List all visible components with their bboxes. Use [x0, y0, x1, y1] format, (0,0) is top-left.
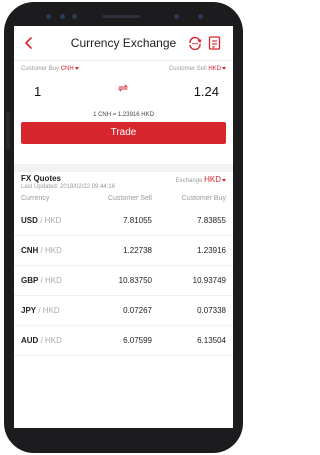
app-screen: Currency Exchange Customer Buy CNH 1 ⇌ C… [14, 26, 233, 428]
refresh-chat-icon[interactable] [188, 36, 202, 50]
exchange-currency-selector[interactable]: Exchange HKD [176, 175, 226, 184]
base-currency: AUD [21, 336, 39, 345]
base-currency: CNH [21, 246, 39, 255]
quote-currency: HKD [44, 216, 62, 225]
sell-rate: 10.83750 [118, 276, 152, 285]
buy-rate: 7.83855 [197, 216, 226, 225]
buy-label: Customer Buy [21, 66, 60, 72]
sell-selector[interactable]: Customer Sell HKD [169, 66, 226, 72]
phone-bottom-bezel [14, 430, 233, 448]
currency-pair: AUD / HKD [21, 336, 62, 345]
table-row[interactable]: USD / HKD 7.81055 7.83855 [14, 206, 233, 236]
phone-side-button [6, 112, 10, 150]
buy-rate: 1.23916 [197, 246, 226, 255]
sell-rate: 7.81055 [123, 216, 152, 225]
column-header-sell: Customer Sell [108, 195, 152, 202]
converter-panel: Customer Buy CNH 1 ⇌ Customer Sell HKD 1… [14, 60, 233, 172]
sell-rate: 0.07267 [123, 306, 152, 315]
sensor-dot [46, 14, 51, 19]
base-currency: JPY [21, 306, 37, 315]
document-icon[interactable] [208, 36, 221, 50]
currency-pair: JPY / HKD [21, 306, 60, 315]
buy-rate: 0.07338 [197, 306, 226, 315]
exchange-currency: HKD [204, 175, 221, 184]
swap-arrows-icon[interactable]: ⇌ [113, 81, 133, 95]
sensor-dot [198, 14, 203, 19]
sell-label: Customer Sell [168, 66, 207, 72]
currency-pair: CNH / HKD [21, 246, 62, 255]
buy-currency: CNH [60, 66, 74, 72]
quote-currency: HKD [45, 276, 62, 285]
column-header-currency: Currency [21, 195, 50, 202]
base-currency: GBP [21, 276, 39, 285]
speaker-grille [102, 15, 140, 18]
sell-rate: 1.22738 [123, 246, 152, 255]
base-currency: USD [21, 216, 38, 225]
buy-selector[interactable]: Customer Buy CNH [21, 66, 79, 72]
buy-rate: 6.13504 [197, 336, 226, 345]
caret-down-icon [222, 66, 226, 70]
caret-down-icon [74, 66, 79, 70]
sell-currency: HKD [208, 66, 221, 72]
table-row[interactable]: GBP / HKD 10.83750 10.93749 [14, 266, 233, 296]
buy-amount-input[interactable]: 1 [34, 84, 41, 99]
quote-currency: HKD [45, 336, 62, 345]
table-row[interactable]: JPY / HKD 0.07267 0.07338 [14, 296, 233, 326]
sell-rate: 6.07599 [123, 336, 152, 345]
phone-top-bezel [14, 8, 233, 26]
sensor-dot [60, 14, 65, 19]
currency-pair: GBP / HKD [21, 276, 62, 285]
buy-rate: 10.93749 [192, 276, 226, 285]
currency-pair: USD / HKD [21, 216, 62, 225]
section-divider [14, 164, 233, 172]
app-header: Currency Exchange [14, 26, 233, 61]
sensor-dot [72, 14, 77, 19]
caret-down-icon [222, 178, 226, 182]
exchange-label: Exchange [175, 178, 203, 184]
quote-currency: HKD [45, 246, 62, 255]
quote-currency: HKD [42, 306, 60, 315]
sell-amount-input[interactable]: 1.24 [194, 84, 219, 99]
table-row[interactable]: CNH / HKD 1.22738 1.23916 [14, 236, 233, 266]
camera-dot [174, 14, 179, 19]
column-header-buy: Customer Buy [181, 195, 226, 202]
exchange-rate-text: 1 CNH = 1.23916 HKD [93, 112, 154, 118]
table-row[interactable]: AUD / HKD 6.07599 6.13504 [14, 326, 233, 356]
last-updated-text: Last Updated: 2018/02/22 09:44:16 [21, 184, 116, 190]
fx-quotes-title: FX Quotes [21, 174, 62, 183]
trade-button[interactable]: Trade [21, 122, 226, 144]
